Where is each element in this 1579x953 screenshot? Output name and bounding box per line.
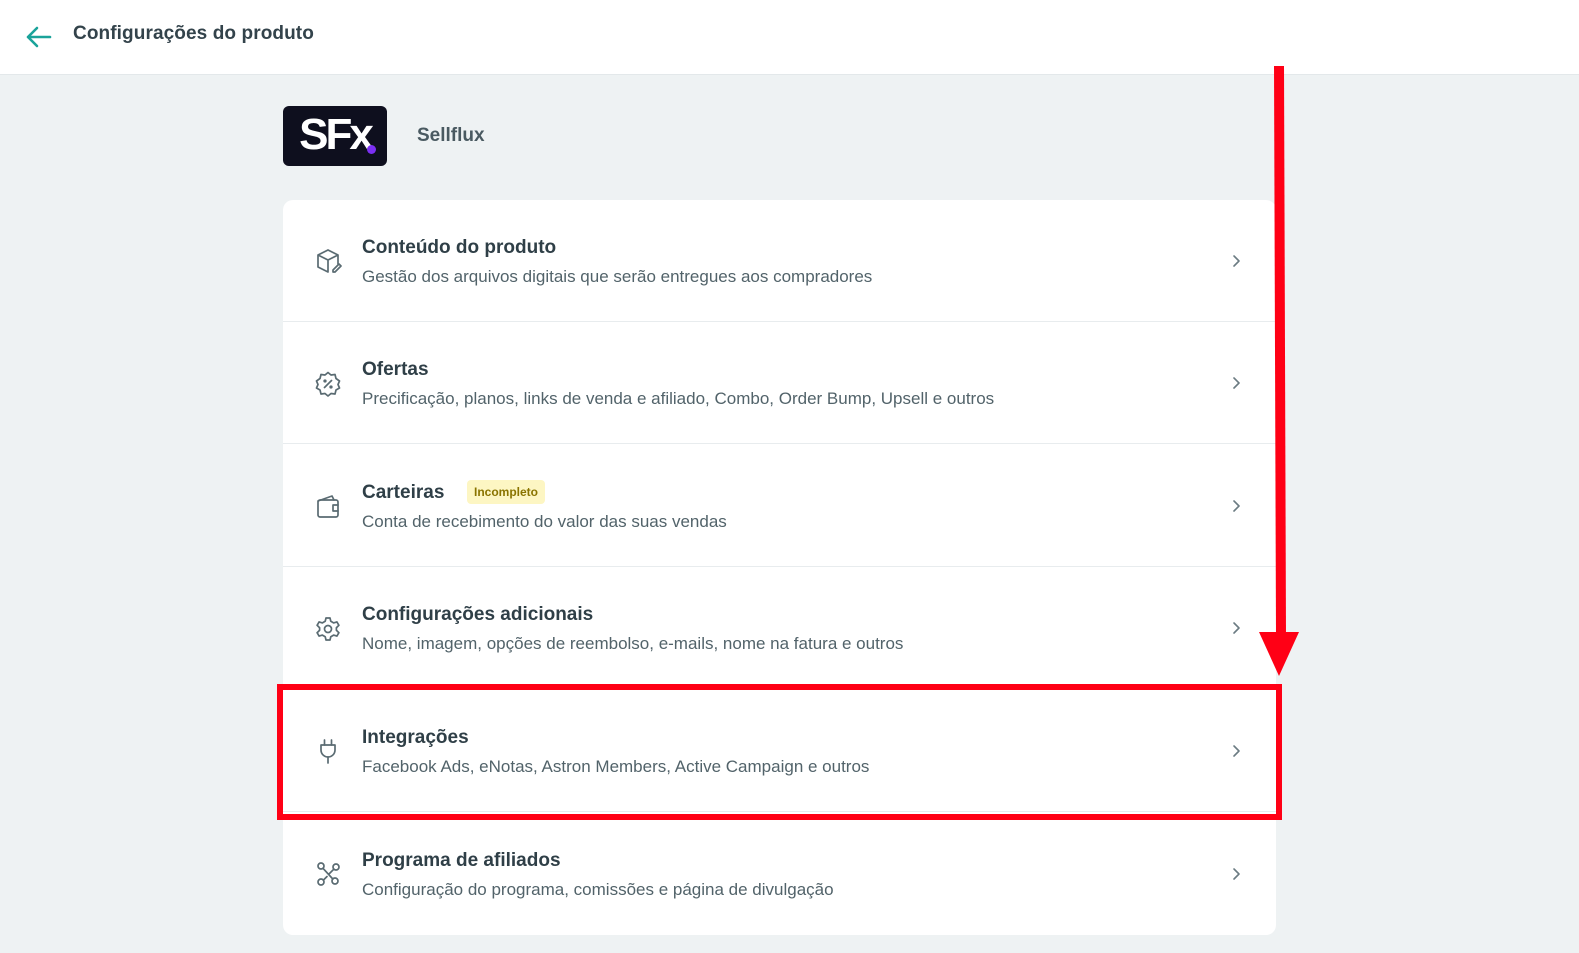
menu-item-title: Carteiras — [362, 482, 445, 503]
chevron-right-icon — [1233, 622, 1240, 634]
menu-item-description: Facebook Ads, eNotas, Astron Members, Ac… — [362, 757, 870, 776]
chevron-right-icon — [1233, 500, 1240, 512]
chevron-right-icon — [1233, 745, 1240, 757]
menu-item-description: Conta de recebimento do valor das suas v… — [362, 512, 727, 531]
plug-icon — [313, 736, 343, 766]
menu-item-description: Nome, imagem, opções de reembolso, e-mai… — [362, 634, 904, 653]
network-icon — [313, 859, 343, 889]
menu-item-title: Conteúdo do produto — [362, 237, 557, 258]
chevron-right-icon — [1233, 255, 1240, 267]
chevron-right-icon — [1233, 377, 1240, 389]
menu-item-description: Precificação, planos, links de venda e a… — [362, 389, 995, 408]
menu-item-title: Integrações — [362, 727, 469, 748]
menu-item-title: Programa de afiliados — [362, 850, 561, 871]
menu-item-integracoes[interactable]: Integrações Facebook Ads, eNotas, Astron… — [283, 690, 1276, 812]
menu-item-description: Configuração do programa, comissões e pá… — [362, 880, 834, 899]
settings-card: Conteúdo do produto Gestão dos arquivos … — [283, 200, 1276, 935]
logo-dot — [367, 145, 376, 154]
menu-item-carteiras[interactable]: Carteiras Incompleto Conta de recebiment… — [283, 445, 1276, 567]
annotation-arrow-line — [1274, 66, 1286, 636]
arrow-left-icon — [26, 26, 52, 48]
product-header: SFx Sellflux — [283, 106, 485, 166]
product-name: Sellflux — [417, 125, 485, 146]
menu-item-conteudo[interactable]: Conteúdo do produto Gestão dos arquivos … — [283, 200, 1276, 322]
back-button[interactable] — [22, 22, 54, 52]
product-logo-text: SFx — [299, 110, 374, 159]
page-title: Configurações do produto — [73, 23, 314, 44]
menu-item-title: Ofertas — [362, 359, 429, 380]
menu-item-description: Gestão dos arquivos digitais que serão e… — [362, 267, 873, 286]
menu-item-ofertas[interactable]: Ofertas Precificação, planos, links de v… — [283, 322, 1276, 444]
menu-item-configuracoes-adicionais[interactable]: Configurações adicionais Nome, imagem, o… — [283, 567, 1276, 689]
discount-icon — [313, 369, 343, 399]
product-logo: SFx — [283, 106, 387, 166]
menu-item-title: Configurações adicionais — [362, 604, 594, 625]
box-icon — [313, 246, 343, 276]
status-badge: Incompleto — [467, 480, 546, 504]
top-bar: Configurações do produto — [0, 0, 1579, 75]
gear-icon — [313, 614, 343, 644]
wallet-icon — [313, 491, 343, 521]
menu-item-programa-afiliados[interactable]: Programa de afiliados Configuração do pr… — [283, 813, 1276, 935]
chevron-right-icon — [1233, 868, 1240, 880]
annotation-arrow-head — [1259, 632, 1299, 676]
